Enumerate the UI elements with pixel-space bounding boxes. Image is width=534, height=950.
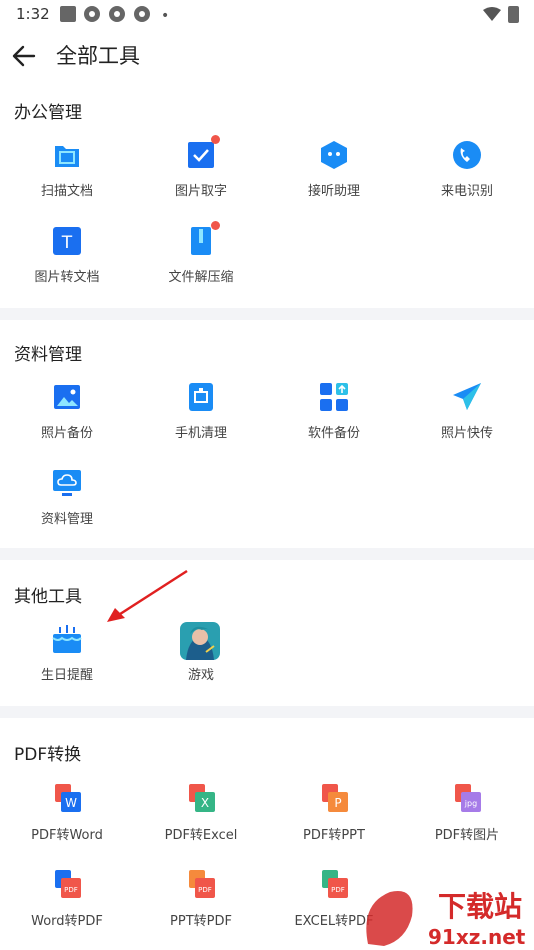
unzip-icon: [191, 227, 211, 255]
pdf-to-excel-icon: X: [189, 784, 215, 812]
game-avatar-icon: [180, 622, 220, 660]
tool-label: 软件备份: [307, 426, 360, 441]
tool-ppt-to-pdf[interactable]: PDF PPT转PDF: [146, 870, 256, 940]
app-header: 全部工具: [0, 28, 534, 84]
section-title: 资料管理: [14, 345, 82, 365]
birthday-cake-icon: [52, 625, 82, 653]
excel-to-pdf-icon: PDF: [322, 870, 348, 898]
tool-label: 来电识别: [440, 184, 493, 199]
tool-pdf-to-word[interactable]: W PDF转Word: [12, 784, 122, 854]
red-dot-badge: [211, 135, 220, 144]
tool-birthday-reminder[interactable]: 生日提醒: [12, 624, 122, 694]
back-arrow-icon[interactable]: [10, 42, 38, 70]
tool-pdf-to-ppt[interactable]: P PDF转PPT: [279, 784, 389, 854]
photo-backup-icon: [54, 385, 80, 409]
tool-word-to-pdf[interactable]: PDF Word转PDF: [12, 870, 122, 940]
ppt-to-pdf-icon: PDF: [189, 870, 215, 898]
tool-unzip[interactable]: 文件解压缩: [146, 221, 256, 296]
svg-text:PDF: PDF: [198, 886, 212, 894]
svg-text:PDF: PDF: [64, 886, 78, 894]
tool-pdf-to-image[interactable]: jpg PDF转图片: [412, 784, 522, 854]
tool-label: 手机清理: [174, 426, 227, 441]
pdf-to-word-icon: W: [55, 784, 81, 812]
watermark-logo: 下载站 91xz.net: [366, 890, 526, 949]
more-notifications-dot: •: [161, 8, 170, 24]
pdf-to-image-icon: jpg: [455, 784, 481, 812]
tool-photo-backup[interactable]: 照片备份: [12, 382, 122, 452]
notification-icon: [60, 6, 76, 22]
image-to-doc-icon: T: [53, 227, 81, 255]
cloud-monitor-icon: [53, 470, 81, 496]
annotation-arrow: [107, 569, 188, 622]
section-office: 办公管理 扫描文档 图片取字 接听助理 来电识别 T 图片转文档 文件解压缩: [0, 84, 534, 308]
tool-answer-assistant[interactable]: 接听助理: [279, 140, 389, 210]
tool-label: 图片取字: [174, 184, 227, 199]
tool-caller-id[interactable]: 来电识别: [412, 140, 522, 210]
tool-label: 照片快传: [440, 426, 493, 441]
app-backup-icon: [320, 383, 348, 411]
tool-label: PDF转PPT: [303, 828, 365, 843]
battery-icon: [508, 6, 519, 23]
svg-text:W: W: [65, 796, 77, 810]
tool-label: 资料管理: [40, 512, 93, 527]
section-title: 办公管理: [14, 103, 82, 123]
tool-label: 生日提醒: [40, 668, 93, 683]
tool-pdf-to-excel[interactable]: X PDF转Excel: [146, 784, 256, 854]
tool-photo-send[interactable]: 照片快传: [412, 382, 522, 452]
caller-id-icon: [453, 141, 481, 169]
svg-text:X: X: [201, 796, 209, 810]
tool-label: 接听助理: [307, 184, 360, 199]
tool-label: PPT转PDF: [170, 914, 232, 929]
tool-app-backup[interactable]: 软件备份: [279, 382, 389, 452]
section-divider: [0, 706, 534, 718]
tool-label: Word转PDF: [31, 914, 103, 929]
status-time: 1:32: [16, 5, 50, 23]
tool-label: 游戏: [187, 668, 214, 683]
tool-image-to-doc[interactable]: T 图片转文档: [12, 226, 122, 296]
section-data: 资料管理 照片备份 手机清理 软件备份 照片快传 资料管理: [0, 320, 534, 548]
send-icon: [453, 383, 481, 410]
tool-game[interactable]: 游戏: [146, 622, 256, 694]
page-title: 全部工具: [56, 44, 140, 68]
svg-text:下载站: 下载站: [438, 890, 522, 923]
section-title: 其他工具: [14, 587, 82, 607]
aperture-icon: [84, 6, 100, 22]
tool-label: 图片转文档: [34, 270, 100, 285]
tool-phone-clean[interactable]: 手机清理: [146, 382, 256, 452]
svg-text:91xz.net: 91xz.net: [428, 925, 526, 949]
pdf-to-ppt-icon: P: [322, 784, 348, 812]
section-divider: [0, 308, 534, 320]
svg-text:jpg: jpg: [464, 799, 477, 808]
status-bar: 1:32 •: [0, 0, 534, 28]
tool-label: PDF转图片: [434, 828, 500, 843]
aperture-icon: [109, 6, 125, 22]
tool-image-text[interactable]: 图片取字: [146, 135, 256, 210]
red-dot-badge: [211, 221, 220, 230]
tool-label: 扫描文档: [40, 184, 93, 199]
wifi-icon: [483, 7, 501, 21]
tool-scan-document[interactable]: 扫描文档: [12, 140, 122, 210]
aperture-icon: [134, 6, 150, 22]
svg-text:PDF: PDF: [331, 886, 345, 894]
tool-label: PDF转Excel: [164, 828, 238, 843]
section-divider: [0, 548, 534, 560]
word-to-pdf-icon: PDF: [55, 870, 81, 898]
section-title: PDF转换: [14, 745, 82, 765]
section-other: 其他工具 生日提醒 游戏: [0, 560, 534, 706]
tool-label: 文件解压缩: [168, 270, 234, 285]
answer-assistant-icon: [321, 141, 347, 169]
image-text-icon: [188, 142, 214, 168]
tool-label: PDF转Word: [31, 828, 103, 843]
scan-icon: [55, 146, 79, 167]
phone-clean-icon: [189, 383, 213, 411]
svg-text:P: P: [334, 796, 341, 810]
svg-text:T: T: [61, 233, 73, 253]
tool-label: 照片备份: [40, 426, 93, 441]
tool-data-manage[interactable]: 资料管理: [12, 468, 122, 538]
